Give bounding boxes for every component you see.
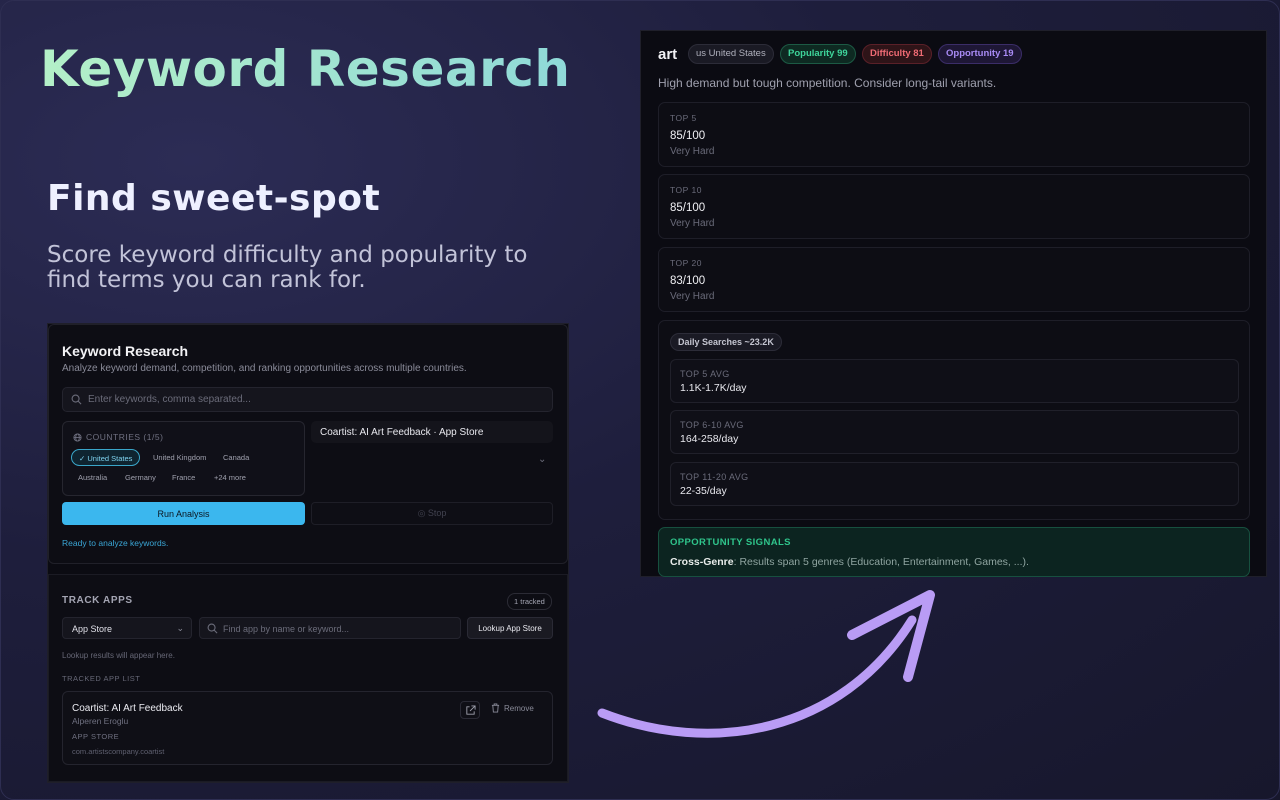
status-text: Ready to analyze keywords. — [62, 538, 169, 548]
chevron-down-icon: ⌄ — [176, 623, 184, 633]
keyword-label: art — [658, 46, 678, 63]
country-chip-au[interactable]: Australia — [71, 469, 114, 486]
store-select[interactable]: App Store ⌄ — [62, 617, 192, 639]
tracked-count-badge: 1 tracked — [507, 593, 552, 610]
app-store-label: APP STORE — [72, 732, 120, 741]
external-link-icon — [466, 705, 476, 715]
run-analysis-button[interactable]: Run Analysis — [62, 502, 305, 525]
app-name: Coartist: AI Art Feedback — [72, 703, 183, 714]
app-selector[interactable]: Coartist: AI Art Feedback · App Store — [311, 421, 553, 443]
opportunity-badge: Opportunity 19 — [938, 44, 1022, 64]
track-apps-title: TRACK APPS — [62, 595, 133, 606]
keyword-research-panel: Keyword Research Analyze keyword demand,… — [47, 323, 569, 783]
trash-icon — [491, 703, 500, 713]
avg-card: TOP 6-10 AVG 164-258/day — [670, 410, 1239, 454]
hero-description: Score keyword difficulty and popularity … — [47, 242, 528, 293]
tier-card: TOP 10 85/100 Very Hard — [658, 174, 1250, 239]
analysis-card: Keyword Research Analyze keyword demand,… — [48, 324, 568, 564]
search-icon — [71, 394, 82, 405]
daily-searches-card: Daily Searches ~23.2K TOP 5 AVG 1.1K-1.7… — [658, 320, 1250, 520]
opportunity-signals-title: OPPORTUNITY SIGNALS — [670, 537, 791, 548]
find-app-input[interactable]: Find app by name or keyword... — [199, 617, 461, 639]
difficulty-badge: Difficulty 81 — [862, 44, 932, 64]
countries-label: COUNTRIES (1/5) — [73, 432, 163, 442]
hero-subtitle: Find sweet-spot — [47, 178, 381, 219]
app-bundle-id: com.artistscompany.coartist — [72, 747, 165, 756]
country-chip-uk[interactable]: United Kingdom — [146, 449, 213, 466]
globe-icon — [73, 432, 82, 442]
panel-title: Keyword Research — [62, 343, 189, 359]
keyword-result-panel: art us United States Popularity 99 Diffi… — [640, 30, 1267, 577]
opportunity-signals-card: OPPORTUNITY SIGNALS Cross-Genre: Results… — [658, 527, 1250, 577]
lookup-app-store-button[interactable]: Lookup App Store — [467, 617, 553, 639]
search-placeholder: Enter keywords, comma separated... — [88, 394, 251, 405]
keyword-search-input[interactable]: Enter keywords, comma separated... — [62, 387, 553, 412]
stop-button[interactable]: ◎ Stop — [311, 502, 553, 525]
open-external-button[interactable] — [460, 701, 480, 719]
country-chip-us[interactable]: ✓ United States — [71, 449, 141, 466]
chevron-down-icon[interactable]: ⌄ — [538, 454, 546, 465]
app-developer: Alperen Eroglu — [72, 716, 129, 726]
tracked-list-header: TRACKED APP LIST — [62, 674, 141, 683]
selected-app-label: Coartist: AI Art Feedback · App Store — [320, 427, 484, 438]
track-apps-card: TRACK APPS 1 tracked App Store ⌄ Find ap… — [48, 574, 568, 782]
remove-app-button[interactable]: Remove — [491, 703, 534, 713]
countries-box: COUNTRIES (1/5) ✓ United States United K… — [62, 421, 305, 496]
tier-card: TOP 20 83/100 Very Hard — [658, 247, 1250, 312]
avg-card: TOP 5 AVG 1.1K-1.7K/day — [670, 359, 1239, 403]
country-chip-ca[interactable]: Canada — [216, 449, 256, 466]
country-badge: us United States — [688, 44, 774, 64]
keyword-hint: High demand but tough competition. Consi… — [658, 76, 997, 90]
tracked-app-item: Coartist: AI Art Feedback Alperen Eroglu… — [62, 691, 553, 765]
opportunity-signal-text: Cross-Genre: Results span 5 genres (Educ… — [670, 556, 1029, 568]
daily-searches-badge: Daily Searches ~23.2K — [670, 333, 782, 351]
avg-card: TOP 11-20 AVG 22-35/day — [670, 462, 1239, 506]
country-chip-fr[interactable]: France — [165, 469, 202, 486]
search-icon — [207, 623, 218, 634]
tier-card: TOP 5 85/100 Very Hard — [658, 102, 1250, 167]
country-chip-de[interactable]: Germany — [118, 469, 163, 486]
lookup-note: Lookup results will appear here. — [62, 651, 175, 660]
curved-arrow-icon — [597, 590, 935, 738]
panel-subtitle: Analyze keyword demand, competition, and… — [62, 363, 467, 374]
popularity-badge: Popularity 99 — [780, 44, 856, 64]
hero-title: Keyword Research — [40, 40, 571, 98]
more-countries-chip[interactable]: +24 more — [207, 469, 253, 486]
